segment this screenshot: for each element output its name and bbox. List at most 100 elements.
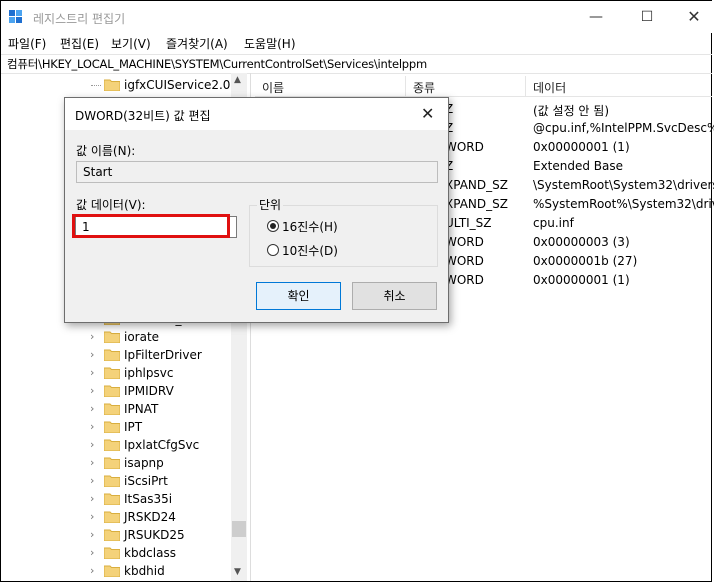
close-icon[interactable]: ✕ <box>421 104 434 123</box>
chevron-right-icon[interactable]: › <box>90 528 100 542</box>
tree-item-label: IPT <box>124 420 143 434</box>
value-data-label: 값 데이터(V): <box>76 198 146 212</box>
col-name-header[interactable]: 이름 <box>262 79 284 96</box>
column-divider[interactable] <box>525 76 526 96</box>
close-icon[interactable]: ✕ <box>684 7 704 27</box>
value-type: WORD <box>445 235 484 249</box>
folder-icon <box>104 457 120 469</box>
chevron-right-icon[interactable]: › <box>90 510 100 524</box>
value-data: 0x0000001b (27) <box>533 254 638 268</box>
tree-item-label: IpxlatCfgSvc <box>124 438 200 452</box>
menu-file[interactable]: 파일(F) <box>8 35 46 52</box>
folder-icon <box>104 547 120 559</box>
address-bar[interactable]: 컴퓨터\HKEY_LOCAL_MACHINE\SYSTEM\CurrentCon… <box>1 54 712 74</box>
value-data: 0x00000001 (1) <box>533 273 630 287</box>
tree-item-label: kbdhid <box>124 564 165 578</box>
chevron-right-icon[interactable]: › <box>90 384 100 398</box>
dec-radio-label[interactable]: 10진수(D) <box>282 242 338 259</box>
title-bar: 레지스트리 편집기 — ☐ ✕ <box>1 1 712 33</box>
ok-button[interactable]: 확인 <box>256 282 341 310</box>
folder-icon <box>104 403 120 415</box>
chevron-right-icon[interactable]: › <box>90 474 100 488</box>
folder-icon <box>104 439 120 451</box>
dec-radio[interactable] <box>267 244 279 256</box>
value-data: cpu.inf <box>533 216 574 230</box>
menu-edit[interactable]: 편집(E) <box>60 35 99 52</box>
chevron-right-icon[interactable]: › <box>90 546 100 560</box>
tree-item-label: ItSas35i <box>124 492 173 506</box>
folder-icon <box>104 331 120 343</box>
cancel-button[interactable]: 취소 <box>352 282 437 310</box>
folder-icon <box>104 529 120 541</box>
tree-item[interactable]: › IpxlatCfgSvc <box>1 436 231 454</box>
folder-icon <box>104 511 120 523</box>
dialog-title-bar: DWORD(32비트) 값 편집 ✕ <box>65 98 448 130</box>
chevron-right-icon[interactable]: › <box>90 564 100 578</box>
tree-item[interactable]: › JRSUKD25 <box>1 526 231 544</box>
base-group-label: 단위 <box>257 196 284 213</box>
menu-help[interactable]: 도움말(H) <box>244 35 296 52</box>
tree-item-label: iScsiPrt <box>124 474 168 488</box>
tree-item-label: iphlpsvc <box>124 366 174 380</box>
minimize-icon[interactable]: — <box>586 7 606 27</box>
chevron-right-icon[interactable]: › <box>90 366 100 380</box>
folder-icon <box>104 421 120 433</box>
folder-icon <box>104 349 120 361</box>
tree-item-label: iorate <box>124 330 160 344</box>
chevron-right-icon[interactable]: › <box>90 456 100 470</box>
value-type: WORD <box>445 273 484 287</box>
tree-item[interactable]: › IPNAT <box>1 400 231 418</box>
tree-item-label: igfxCUIService2.0.0. <box>124 78 246 92</box>
folder-icon <box>104 79 120 91</box>
scroll-thumb[interactable] <box>232 521 246 537</box>
chevron-right-icon[interactable]: › <box>90 348 100 362</box>
menu-favorites[interactable]: 즐겨찾기(A) <box>166 35 228 52</box>
tree-item[interactable]: › IPT <box>1 418 231 436</box>
value-data: 0x00000001 (1) <box>533 140 630 154</box>
tree-item[interactable]: › IPMIDRV <box>1 382 231 400</box>
tree-item-label: JRSKD24 <box>124 510 176 524</box>
chevron-right-icon[interactable]: › <box>90 420 100 434</box>
value-data: @cpu.inf,%IntelPPM.SvcDesc%;In <box>533 121 714 135</box>
address-text[interactable]: 컴퓨터\HKEY_LOCAL_MACHINE\SYSTEM\CurrentCon… <box>7 56 427 72</box>
tree-item[interactable]: › JRSKD24 <box>1 508 231 526</box>
tree-item-label: IpFilterDriver <box>124 348 202 362</box>
folder-icon <box>104 565 120 577</box>
column-divider[interactable] <box>405 76 406 96</box>
col-data-header[interactable]: 데이터 <box>533 79 566 96</box>
folder-icon <box>104 385 120 397</box>
chevron-right-icon[interactable]: › <box>90 402 100 416</box>
chevron-right-icon[interactable]: › <box>90 492 100 506</box>
value-type: ULTI_SZ <box>445 216 492 230</box>
tree-item-label: isapnp <box>124 456 164 470</box>
tree-item[interactable]: › kbdhid <box>1 562 231 580</box>
tree-item[interactable]: igfxCUIService2.0.0. <box>1 76 246 94</box>
value-type: WORD <box>445 140 484 154</box>
hex-radio-label[interactable]: 16진수(H) <box>282 218 338 235</box>
value-data: \SystemRoot\System32\drivers <box>533 178 714 192</box>
maximize-icon[interactable]: ☐ <box>637 7 657 27</box>
value-data: %SystemRoot%\System32\drive <box>533 197 714 211</box>
col-type-header[interactable]: 종류 <box>413 79 435 96</box>
chevron-right-icon[interactable]: › <box>90 330 100 344</box>
tree-connector <box>91 85 101 86</box>
tree-item[interactable]: › ItSas35i <box>1 490 231 508</box>
hex-radio[interactable] <box>267 220 279 232</box>
scroll-down-icon[interactable]: ▼ <box>234 567 241 577</box>
value-data: 0x00000003 (3) <box>533 235 630 249</box>
tree-item[interactable]: › iScsiPrt <box>1 472 231 490</box>
value-type: WORD <box>445 254 484 268</box>
value-name-field: Start <box>76 161 438 183</box>
scroll-up-icon[interactable]: ▲ <box>234 75 241 85</box>
tree-item[interactable]: › IpFilterDriver <box>1 346 231 364</box>
tree-item-label: IPMIDRV <box>124 384 174 398</box>
value-data: (값 설정 안 됨) <box>533 104 610 118</box>
tree-item[interactable]: › iphlpsvc <box>1 364 231 382</box>
base-group <box>249 205 438 267</box>
menu-view[interactable]: 보기(V) <box>111 35 151 52</box>
tree-item[interactable]: › isapnp <box>1 454 231 472</box>
chevron-right-icon[interactable]: › <box>90 438 100 452</box>
tree-item-label: IPNAT <box>124 402 159 416</box>
tree-item[interactable]: › iorate <box>1 328 231 346</box>
tree-item[interactable]: › kbdclass <box>1 544 231 562</box>
